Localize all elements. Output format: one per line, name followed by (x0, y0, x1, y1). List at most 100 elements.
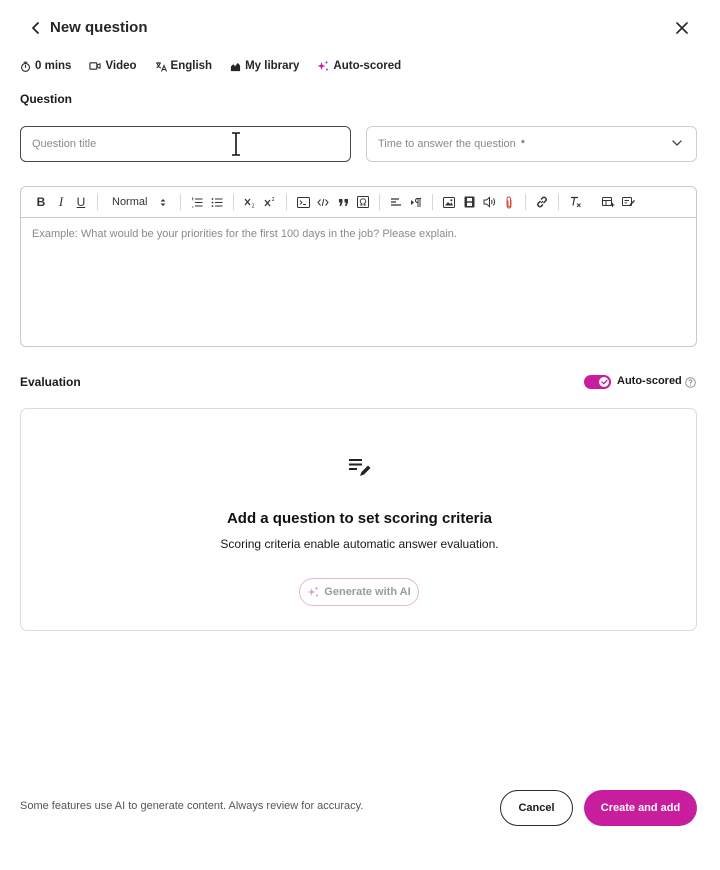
sparkle-icon (317, 60, 329, 71)
evaluation-section-label: Evaluation (20, 375, 81, 389)
required-mark: * (520, 138, 526, 150)
criteria-edit-icon (349, 459, 371, 476)
cancel-button[interactable]: Cancel (500, 790, 573, 826)
timer-icon (21, 61, 30, 72)
clear-format-button[interactable] (565, 192, 585, 212)
translate-icon (155, 61, 167, 72)
image-icon (443, 196, 455, 208)
generate-with-ai-button[interactable]: Generate with AI (299, 578, 419, 606)
chevron-left-icon (32, 22, 39, 34)
attach-file-button[interactable] (499, 192, 519, 212)
ordered-list-button[interactable] (187, 192, 207, 212)
text-direction-button[interactable] (406, 192, 426, 212)
clear-format-icon (570, 196, 581, 208)
question-editor: B I U Normal 2 2 Example: What would be … (20, 186, 697, 347)
back-button[interactable] (26, 18, 46, 38)
underline-button[interactable]: U (71, 192, 91, 212)
video-icon (89, 62, 102, 70)
toolbar-divider (286, 194, 287, 210)
quote-button[interactable] (333, 192, 353, 212)
help-icon[interactable] (685, 377, 696, 388)
meta-format[interactable]: Video (89, 60, 137, 72)
speaker-icon (483, 196, 495, 208)
generate-with-ai-label: Generate with AI (324, 586, 411, 598)
meta-scoring[interactable]: Auto-scored (317, 60, 401, 72)
auto-scored-label: Auto-scored (617, 375, 682, 387)
updown-arrows-icon (160, 198, 166, 206)
toolbar-divider (97, 194, 98, 210)
meta-library[interactable]: My library (230, 60, 299, 72)
table-add-icon (601, 197, 614, 207)
editor-toolbar: B I U Normal 2 2 (21, 187, 696, 218)
film-icon (464, 196, 474, 208)
insert-table-button[interactable] (598, 192, 618, 212)
align-left-icon (391, 198, 401, 206)
card-subtitle: Scoring criteria enable automatic answer… (220, 537, 499, 551)
bullet-list-icon (211, 197, 223, 207)
modal-header: New question (0, 0, 720, 56)
edit-form-icon (621, 197, 635, 207)
text-format-select[interactable]: Normal (104, 196, 174, 208)
meta-duration[interactable]: 0 mins (20, 60, 71, 72)
svg-text:2: 2 (272, 197, 275, 203)
italic-button[interactable]: I (51, 192, 71, 212)
question-title-input[interactable] (20, 126, 351, 162)
text-format-value: Normal (112, 196, 148, 208)
omega-icon (357, 196, 369, 208)
check-icon (600, 379, 608, 385)
chevron-down-icon (672, 140, 682, 146)
create-and-add-button[interactable]: Create and add (584, 790, 697, 826)
question-section-label: Question (20, 92, 73, 106)
bullet-list-button[interactable] (207, 192, 227, 212)
subscript-icon: 2 (244, 198, 255, 208)
toolbar-divider (525, 194, 526, 210)
page-title: New question (50, 19, 148, 36)
paragraph-direction-icon (411, 197, 421, 207)
editor-content-area[interactable]: Example: What would be your priorities f… (21, 218, 696, 346)
toolbar-divider (432, 194, 433, 210)
ai-disclaimer: Some features use AI to generate content… (20, 800, 364, 812)
paperclip-icon (506, 195, 512, 209)
ordered-list-icon (192, 197, 203, 207)
close-button[interactable] (672, 18, 692, 38)
align-button[interactable] (386, 192, 406, 212)
card-heading: Add a question to set scoring criteria (226, 510, 493, 527)
meta-duration-label: 0 mins (35, 60, 72, 72)
insert-audio-button[interactable] (479, 192, 499, 212)
code-block-button[interactable] (293, 192, 313, 212)
form-field-button[interactable] (618, 192, 638, 212)
insert-video-button[interactable] (459, 192, 479, 212)
sparkle-icon (307, 586, 319, 597)
toolbar-divider (379, 194, 380, 210)
inline-code-button[interactable] (313, 192, 333, 212)
subscript-button[interactable]: 2 (240, 192, 260, 212)
superscript-button[interactable]: 2 (260, 192, 280, 212)
meta-scoring-label: Auto-scored (333, 60, 402, 72)
terminal-icon (296, 196, 310, 208)
insert-image-button[interactable] (439, 192, 459, 212)
code-icon (317, 198, 329, 206)
scoring-criteria-card: Add a question to set scoring criteria S… (20, 408, 697, 631)
meta-language[interactable]: English (155, 60, 213, 72)
link-icon (537, 196, 547, 208)
editor-placeholder: Example: What would be your priorities f… (32, 228, 457, 240)
time-to-answer-placeholder: Time to answer the question (378, 138, 516, 150)
special-char-button[interactable] (353, 192, 373, 212)
toolbar-divider (233, 194, 234, 210)
meta-library-label: My library (245, 60, 300, 72)
time-to-answer-select[interactable]: Time to answer the question * (366, 126, 697, 162)
superscript-icon: 2 (264, 197, 275, 206)
meta-format-label: Video (105, 60, 137, 72)
bold-button[interactable]: B (31, 192, 51, 212)
toolbar-divider (558, 194, 559, 210)
auto-scored-toggle[interactable] (584, 375, 611, 389)
close-icon (676, 22, 688, 34)
question-meta: 0 mins Video English My library Auto-sco… (20, 57, 419, 75)
svg-text:2: 2 (252, 203, 255, 208)
insert-link-button[interactable] (532, 192, 552, 212)
library-icon (230, 62, 241, 71)
toggle-knob (599, 377, 609, 387)
toolbar-divider (180, 194, 181, 210)
quote-icon (338, 198, 348, 206)
meta-language-label: English (170, 60, 213, 72)
